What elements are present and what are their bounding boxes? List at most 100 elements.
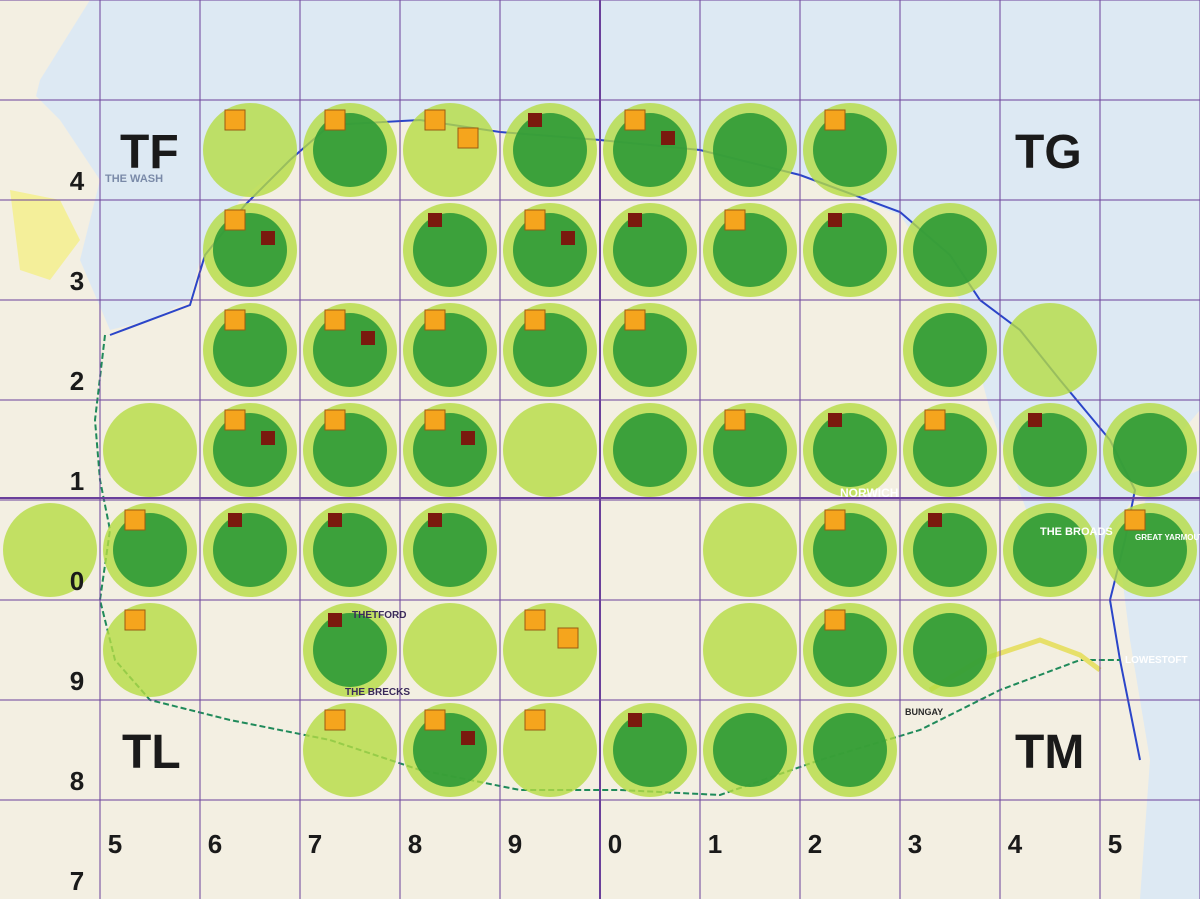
northing-label: 4	[70, 166, 85, 196]
easting-label: 6	[208, 829, 222, 859]
map-canvas: TF TG TL TM NORWICH THETFORD THE BRECKS …	[0, 0, 1200, 899]
dark-circle-marker	[803, 503, 897, 597]
place-label-the-wash: THE WASH	[105, 173, 163, 185]
orange-square-marker	[824, 109, 846, 131]
easting-label: 5	[1108, 829, 1122, 859]
northing-label: 1	[70, 466, 84, 496]
dark-circle-marker	[603, 703, 697, 797]
dark-circle-marker	[503, 303, 597, 397]
dark-circle-marker	[603, 203, 697, 297]
easting-label: 5	[108, 829, 122, 859]
easting-label: 2	[808, 829, 822, 859]
orange-square-marker	[924, 409, 946, 431]
dark-circle-marker	[703, 403, 797, 497]
region-label-tl: TL	[122, 726, 181, 779]
region-label-tg: TG	[1015, 126, 1082, 179]
brown-square-marker	[828, 213, 842, 227]
dark-circle-marker	[603, 303, 697, 397]
light-circle-marker	[203, 103, 297, 197]
place-label-bungay: BUNGAY	[905, 707, 943, 717]
orange-square-marker	[524, 709, 546, 731]
orange-square-marker	[557, 627, 579, 649]
dark-circle-marker	[1003, 403, 1097, 497]
place-label-great-yarmouth: GREAT YARMOUTH	[1135, 533, 1200, 542]
brown-square-marker	[328, 513, 342, 527]
dark-circle-marker	[503, 103, 597, 197]
brown-square-marker	[661, 131, 675, 145]
northing-label: 3	[70, 266, 84, 296]
easting-label: 1	[708, 829, 722, 859]
orange-square-marker	[624, 109, 646, 131]
easting-label: 4	[1008, 829, 1023, 859]
dark-circle-marker	[803, 203, 897, 297]
dark-circle-marker	[903, 603, 997, 697]
brown-square-marker	[628, 713, 642, 727]
easting-label: 9	[508, 829, 522, 859]
orange-square-marker	[324, 409, 346, 431]
dark-circle-marker	[203, 503, 297, 597]
light-circle-marker	[503, 603, 597, 697]
dark-circle-marker	[803, 703, 897, 797]
dark-circle-marker	[903, 203, 997, 297]
dark-circle-marker	[103, 503, 197, 597]
dark-circle-marker	[703, 703, 797, 797]
orange-square-marker	[224, 409, 246, 431]
brown-square-marker	[328, 613, 342, 627]
easting-label: 7	[308, 829, 322, 859]
orange-square-marker	[124, 509, 146, 531]
orange-square-marker	[724, 409, 746, 431]
dark-circle-marker	[603, 403, 697, 497]
northing-label: 0	[70, 566, 84, 596]
orange-square-marker	[224, 209, 246, 231]
dark-circle-marker	[703, 203, 797, 297]
dark-circle-marker	[403, 503, 497, 597]
orange-square-marker	[624, 309, 646, 331]
dark-circle-marker	[903, 503, 997, 597]
orange-square-marker	[224, 309, 246, 331]
place-label-the-brecks: THE BRECKS	[345, 687, 410, 698]
light-circle-marker	[403, 603, 497, 697]
dark-circle-marker	[403, 303, 497, 397]
northing-label: 9	[70, 666, 84, 696]
dark-circle-marker	[903, 403, 997, 497]
brown-square-marker	[228, 513, 242, 527]
brown-square-marker	[928, 513, 942, 527]
easting-label: 0	[608, 829, 622, 859]
dark-circle-marker	[1103, 403, 1197, 497]
dark-circle-marker	[803, 403, 897, 497]
dark-circle-marker	[503, 203, 597, 297]
dark-circle-marker	[1003, 503, 1097, 597]
light-circle-marker	[503, 703, 597, 797]
orange-square-marker	[224, 109, 246, 131]
easting-label: 8	[408, 829, 422, 859]
orange-square-marker	[824, 609, 846, 631]
place-label-norwich: NORWICH	[840, 486, 898, 500]
light-circle-marker	[103, 403, 197, 497]
dark-circle-marker	[303, 103, 397, 197]
dark-circle-marker	[1103, 503, 1197, 597]
northing-label: 8	[70, 766, 84, 796]
brown-square-marker	[561, 231, 575, 245]
brown-square-marker	[361, 331, 375, 345]
light-circle-marker	[303, 703, 397, 797]
dark-circle-marker	[803, 603, 897, 697]
dark-circle-marker	[203, 303, 297, 397]
dark-circle-marker	[403, 703, 497, 797]
brown-square-marker	[1028, 413, 1042, 427]
light-circle-marker	[703, 503, 797, 597]
orange-square-marker	[824, 509, 846, 531]
dark-circle-marker	[203, 203, 297, 297]
dark-circle-marker	[803, 103, 897, 197]
dark-circle-marker	[603, 103, 697, 197]
brown-square-marker	[828, 413, 842, 427]
dark-circle-marker	[403, 403, 497, 497]
dark-circle-marker	[903, 303, 997, 397]
orange-square-marker	[724, 209, 746, 231]
easting-label: 3	[908, 829, 922, 859]
region-label-tm: TM	[1015, 726, 1084, 779]
northing-label: 7	[70, 866, 84, 896]
brown-square-marker	[528, 113, 542, 127]
orange-square-marker	[424, 309, 446, 331]
orange-square-marker	[324, 709, 346, 731]
northing-label: 2	[70, 366, 84, 396]
